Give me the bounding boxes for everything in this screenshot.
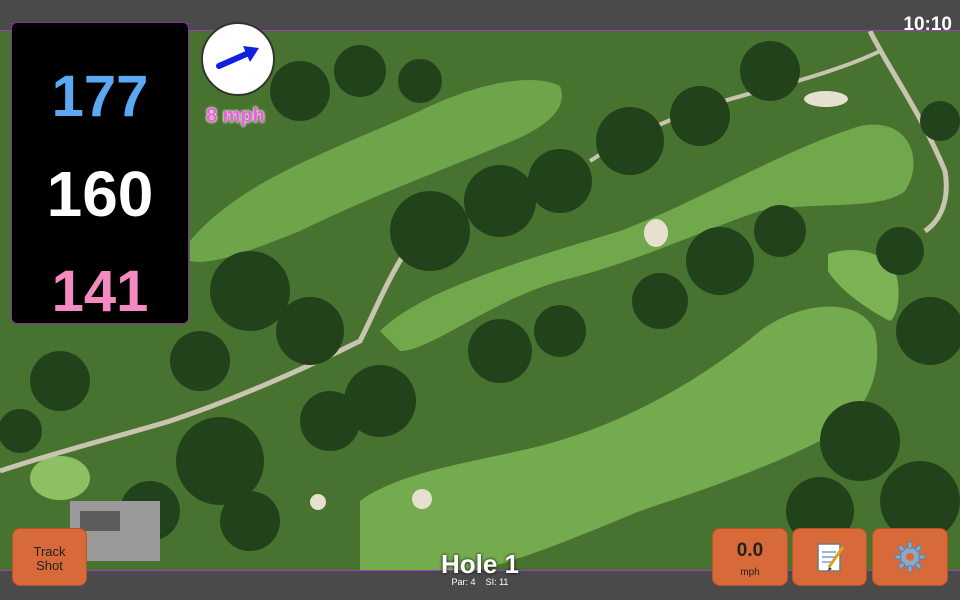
speed-button[interactable]: 0.0 mph (712, 528, 788, 586)
hole-info: Par: 4 SI: 11 (380, 577, 580, 587)
track-shot-label-2: Shot (36, 558, 63, 573)
gear-icon (894, 541, 926, 573)
middle-distance: 160 (46, 158, 154, 230)
speed-unit: mph (740, 567, 760, 578)
track-shot-label-1: Track (33, 544, 66, 559)
hole-par: Par: 4 (451, 577, 476, 587)
speed-value: 0.0 (736, 540, 764, 561)
wind-arrow-icon (216, 46, 259, 69)
settings-button[interactable] (872, 528, 948, 586)
hole-title: Hole 1 (440, 549, 520, 579)
back-distance: 177 (51, 64, 149, 129)
track-shot-button[interactable]: Track Shot (12, 528, 87, 586)
wind-speed: 8 mph (206, 105, 265, 127)
front-distance: 141 (51, 259, 149, 324)
wind-indicator (201, 22, 275, 96)
notepad-icon (816, 543, 844, 572)
hole-si: SI: 11 (485, 577, 509, 587)
distance-panel: 177 160 141 (11, 22, 189, 324)
notes-button[interactable] (792, 528, 867, 586)
